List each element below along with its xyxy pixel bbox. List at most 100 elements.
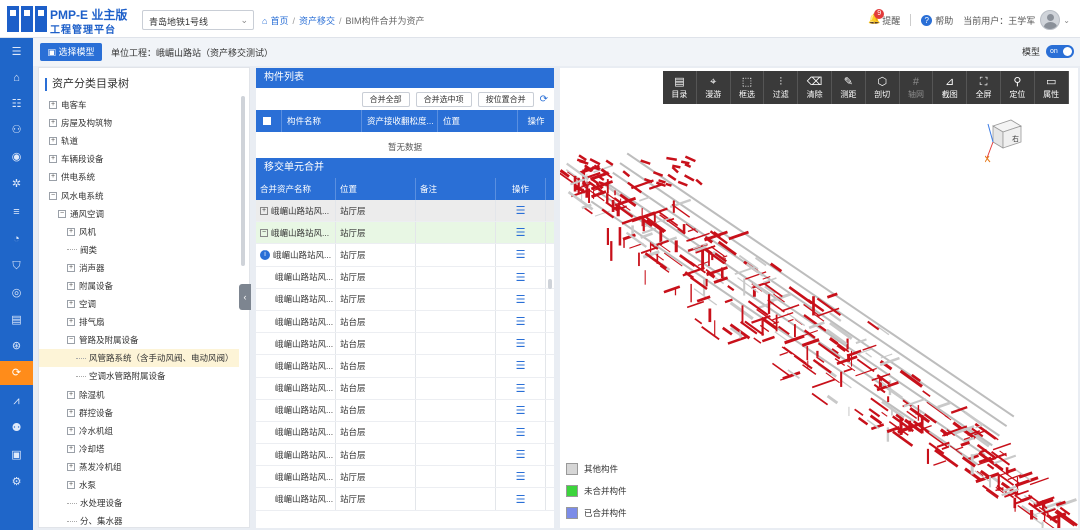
expand-icon[interactable]: +: [67, 390, 75, 399]
tool-clear-button[interactable]: ⌫ 清除: [798, 71, 832, 104]
row-menu-icon[interactable]: ☰: [516, 337, 526, 350]
tree-item[interactable]: + 附属设备: [39, 277, 239, 295]
tree-item[interactable]: + 消声器: [39, 259, 239, 277]
table-row[interactable]: 峨嵋山路站风... 站台层 ☰: [256, 399, 554, 422]
tool-roam-button[interactable]: ⌖ 漫游: [696, 71, 731, 104]
row-menu-icon[interactable]: ☰: [516, 293, 526, 306]
tree-item[interactable]: + 供电系统: [39, 168, 239, 186]
collapse-icon[interactable]: −: [58, 209, 66, 218]
breadcrumb-asset-transfer[interactable]: 资产移交: [299, 16, 335, 26]
table-row[interactable]: + 峨嵋山路站风... 站厅层 ☰: [256, 200, 554, 223]
menu-toggle-icon[interactable]: ☰: [0, 40, 33, 64]
merge-table-scrollbar[interactable]: [548, 279, 552, 289]
table-row[interactable]: 峨嵋山路站风... 站台层 ☰: [256, 310, 554, 334]
table-row[interactable]: 峨嵋山路站风... 站台层 ☰: [256, 444, 554, 467]
expand-icon[interactable]: +: [49, 119, 57, 128]
document-icon[interactable]: ▤: [0, 308, 33, 332]
expand-icon[interactable]: +: [67, 263, 75, 272]
expand-icon[interactable]: +: [67, 408, 75, 417]
table-row[interactable]: 峨嵋山路站风... 站厅层 ☰: [256, 288, 554, 311]
tool-screenshot-button[interactable]: ⊿ 截图: [933, 71, 968, 104]
line-select[interactable]: 青岛地铁1号线 ⌄: [142, 10, 254, 30]
info-badge-icon[interactable]: i: [260, 249, 270, 260]
tool-fullscreen-button[interactable]: ⛶ 全屏: [967, 71, 1001, 104]
tool-section-button[interactable]: ⬡ 剖切: [865, 71, 900, 104]
merge-by-location-button[interactable]: 按位置合并: [477, 91, 534, 107]
table-row[interactable]: 峨嵋山路站风... 站厅层 ☰: [256, 466, 554, 489]
tree-item[interactable]: + 冷却塔: [39, 440, 239, 458]
shield-icon[interactable]: ⛉: [0, 254, 33, 278]
tree-item[interactable]: + 车辆段设备: [39, 150, 239, 168]
tree-item[interactable]: + 冷水机组: [39, 422, 239, 440]
row-menu-icon[interactable]: ☰: [516, 382, 526, 395]
select-model-button[interactable]: ▣ 选择模型: [40, 43, 102, 61]
target-icon[interactable]: ◎: [0, 281, 33, 305]
tree-scrollbar[interactable]: [241, 96, 245, 266]
expand-icon[interactable]: +: [49, 101, 57, 110]
expand-icon[interactable]: +: [67, 300, 75, 309]
collapse-icon[interactable]: −: [260, 228, 268, 237]
tree-item[interactable]: + 群控设备: [39, 404, 239, 422]
app-logo[interactable]: PMP-E 业主版 工程管理平台: [6, 4, 132, 36]
collapse-icon[interactable]: −: [67, 336, 75, 345]
select-all-checkbox[interactable]: [263, 117, 271, 125]
image-icon[interactable]: ▣: [0, 443, 33, 467]
line-chart-icon[interactable]: ⩘: [0, 389, 33, 413]
model-toggle[interactable]: on: [1046, 45, 1074, 58]
expand-icon[interactable]: +: [67, 462, 75, 471]
expand-icon[interactable]: +: [67, 227, 75, 236]
expand-icon[interactable]: +: [67, 426, 75, 435]
tool-property-button[interactable]: ▭ 属性: [1034, 71, 1069, 104]
tree-item[interactable]: 分、集水器: [39, 512, 239, 527]
home-icon[interactable]: ⌂: [0, 66, 33, 90]
collapse-tree-button[interactable]: ‹: [239, 284, 251, 310]
tool-filter-button[interactable]: ⫶ 过滤: [764, 71, 799, 104]
merge-selected-button[interactable]: 合并选中项: [415, 91, 472, 107]
tree-item[interactable]: 风管路系统（含手动风阀、电动风阀）: [39, 349, 239, 368]
row-menu-icon[interactable]: ☰: [516, 493, 526, 506]
row-menu-icon[interactable]: ☰: [516, 226, 526, 239]
row-menu-icon[interactable]: ☰: [516, 404, 526, 417]
row-menu-icon[interactable]: ☰: [516, 448, 526, 461]
expand-icon[interactable]: +: [67, 281, 75, 290]
flow-icon[interactable]: ⚇: [0, 118, 33, 142]
pie-chart-icon[interactable]: ◔: [0, 227, 33, 251]
tool-locate-button[interactable]: ⚲ 定位: [1000, 71, 1035, 104]
row-menu-icon[interactable]: ☰: [516, 248, 526, 261]
cog-icon[interactable]: ⚙: [0, 470, 33, 494]
tree-item[interactable]: + 排气扇: [39, 313, 239, 331]
row-menu-icon[interactable]: ☰: [516, 359, 526, 372]
org-chart-icon[interactable]: ☷: [0, 92, 33, 116]
tool-grid-button[interactable]: # 轴网: [899, 71, 934, 104]
expand-icon[interactable]: +: [67, 318, 75, 327]
tree-item[interactable]: + 除湿机: [39, 386, 239, 404]
collapse-icon[interactable]: −: [49, 191, 57, 200]
tool-box-select-button[interactable]: ⬚ 框选: [730, 71, 765, 104]
tree-item[interactable]: + 风机: [39, 223, 239, 241]
expand-icon[interactable]: +: [49, 137, 57, 146]
tree-item[interactable]: + 电客车: [39, 96, 239, 114]
tree-item[interactable]: − 风水电系统: [39, 186, 239, 204]
breadcrumb-home[interactable]: 首页: [270, 16, 288, 26]
tree-item[interactable]: + 空调: [39, 295, 239, 313]
refresh-icon[interactable]: ⟳: [540, 94, 548, 105]
expand-icon[interactable]: +: [67, 444, 75, 453]
expand-icon[interactable]: +: [49, 173, 57, 182]
expand-icon[interactable]: +: [49, 155, 57, 164]
table-row[interactable]: − 峨嵋山路站风... 站厅层 ☰: [256, 222, 554, 245]
tool-catalog-button[interactable]: ▤ 目录: [663, 71, 697, 104]
table-row[interactable]: 峨嵋山路站风... 站台层 ☰: [256, 333, 554, 356]
people-icon[interactable]: ⚉: [0, 416, 33, 440]
expand-icon[interactable]: +: [67, 481, 75, 490]
row-menu-icon[interactable]: ☰: [516, 204, 526, 217]
table-row[interactable]: i 峨嵋山路站风... 站厅层 ☰: [256, 244, 554, 267]
tree-item[interactable]: + 房屋及构筑物: [39, 114, 239, 132]
help-button[interactable]: ? 帮助: [921, 14, 953, 27]
tree-item[interactable]: + 轨道: [39, 132, 239, 150]
tree-item[interactable]: − 管路及附属设备: [39, 331, 239, 349]
row-menu-icon[interactable]: ☰: [516, 426, 526, 439]
tree-item[interactable]: − 通风空调: [39, 205, 239, 223]
view-cube-icon[interactable]: 右: [985, 112, 1025, 164]
row-menu-icon[interactable]: ☰: [516, 315, 526, 328]
tree-item[interactable]: + 蒸发冷机组: [39, 458, 239, 476]
